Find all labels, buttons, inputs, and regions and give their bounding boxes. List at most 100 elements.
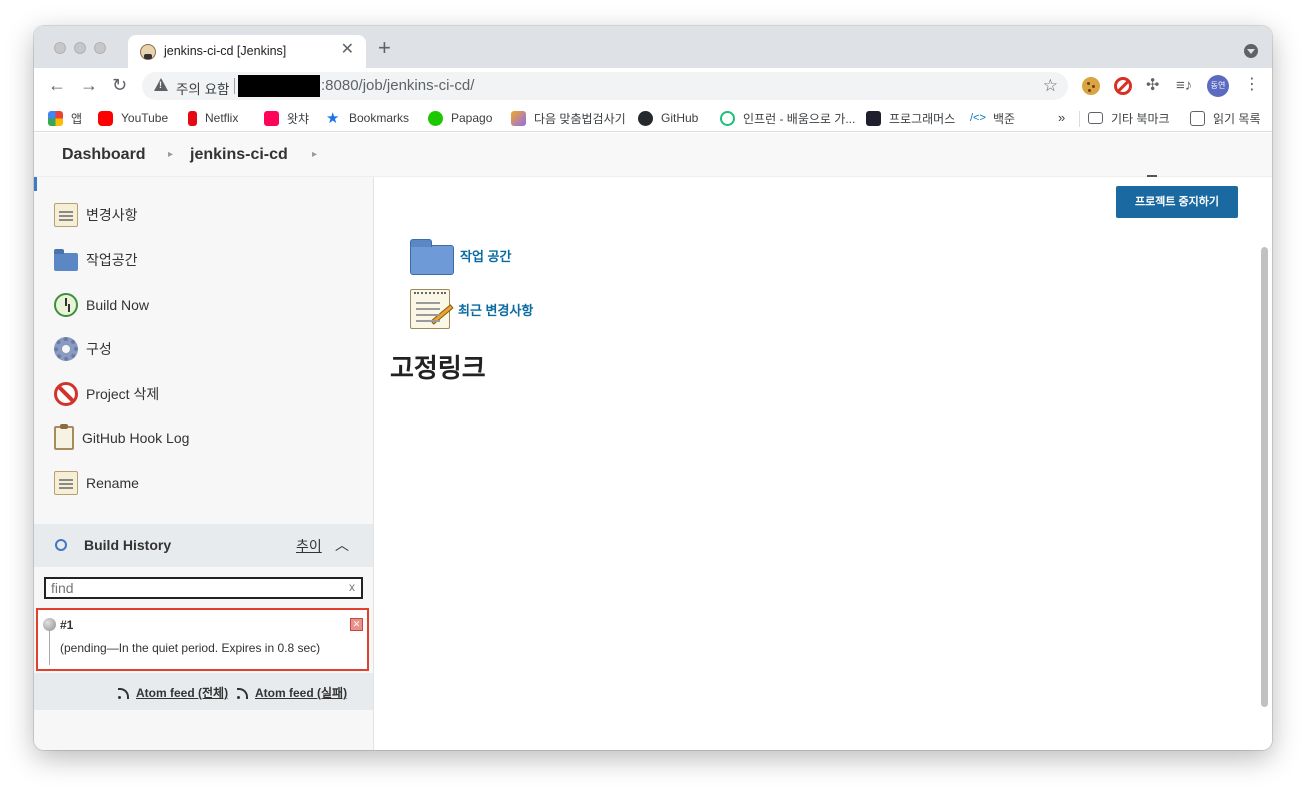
sun-weather-icon (55, 539, 67, 551)
bookmark-watcha[interactable]: 왓챠 (264, 109, 309, 127)
build-trend-link[interactable]: 추이 (296, 536, 322, 556)
media-control-icon[interactable]: ≡♪ (1176, 77, 1194, 95)
bookmark-baekjoon[interactable]: /<> 백준 (970, 109, 1015, 127)
recent-changes-link-row[interactable]: 최근 변경사항 (410, 289, 533, 329)
atom-feed-failed-label: Atom feed (실패) (255, 686, 348, 700)
bookmark-label: 왓챠 (287, 111, 310, 126)
recent-changes-link[interactable]: 최근 변경사항 (458, 300, 533, 319)
build-row[interactable]: #1 (pending—In the quiet period. Expires… (36, 608, 369, 671)
sidebar-item-label: Build Now (86, 297, 150, 313)
sidebar-item-label: 변경사항 (86, 207, 138, 223)
redacted-host (238, 75, 320, 97)
breadcrumb-dashboard[interactable]: Dashboard (62, 146, 146, 164)
bookmark-label: 프로그래머스 (889, 111, 956, 126)
build-number-link[interactable]: #1 (60, 618, 73, 632)
bookmark-label: 다음 맞춤법검사기 (534, 111, 626, 126)
build-status-ball-icon (43, 618, 56, 631)
cookie-extension-icon[interactable] (1082, 77, 1100, 95)
bookmark-netflix[interactable]: Netflix (188, 109, 238, 127)
build-history-title: Build History (84, 537, 172, 553)
cancel-build-icon[interactable]: ✕ (350, 618, 363, 631)
tab-title: jenkins-ci-cd [Jenkins] (164, 44, 287, 58)
bookmark-label: YouTube (121, 111, 169, 125)
permalinks-heading: 고정링크 (390, 353, 486, 383)
pencil-icon (430, 304, 454, 325)
atom-feed-all-link[interactable]: Atom feed (전체) (118, 684, 228, 701)
tab-jenkins[interactable]: jenkins-ci-cd [Jenkins] ✕ (128, 35, 366, 68)
bookmark-bookmarks[interactable]: ★ Bookmarks (326, 109, 409, 127)
breadcrumb-arrow-icon[interactable]: ▸ (312, 149, 317, 160)
bookmark-daum[interactable]: 다음 맞춤법검사기 (511, 109, 626, 127)
rss-icon (118, 687, 130, 699)
bookmark-label: 백준 (993, 111, 1016, 126)
breadcrumb-job[interactable]: jenkins-ci-cd (190, 146, 288, 164)
sidebar-item-build-now[interactable]: Build Now (54, 292, 149, 318)
warning-icon[interactable] (154, 78, 168, 91)
forward-arrow-icon[interactable]: → (80, 75, 98, 95)
minimize-window-button[interactable] (74, 42, 86, 54)
sidebar-item-workspace[interactable]: 작업공간 (54, 247, 138, 273)
close-window-button[interactable] (54, 42, 66, 54)
sidebar-item-github-hook-log[interactable]: GitHub Hook Log (54, 424, 190, 451)
edit-description-icon[interactable] (1147, 175, 1157, 177)
workspace-link[interactable]: 작업 공간 (460, 246, 511, 265)
bookmark-youtube[interactable]: YouTube (98, 109, 168, 127)
bookmarks-overflow-button[interactable]: » (1058, 110, 1065, 125)
code-brackets-icon: /<> (970, 111, 986, 124)
block-extension-icon[interactable] (1114, 77, 1132, 95)
sidebar-item-label: Project 삭제 (86, 386, 160, 402)
profile-avatar[interactable]: 동연 (1207, 75, 1229, 97)
build-history-header: Build History 추이 ︿ (34, 524, 373, 567)
sidebar-item-label: GitHub Hook Log (82, 430, 190, 446)
papago-icon (428, 110, 443, 126)
bookmark-github[interactable]: GitHub (638, 109, 698, 127)
extensions-puzzle-icon[interactable]: ✣ (1146, 77, 1164, 95)
bookmark-label: Bookmarks (349, 111, 410, 125)
omnibox-divider (234, 78, 235, 94)
security-label[interactable]: 주의 요함 (176, 78, 229, 98)
zoom-window-button[interactable] (94, 42, 106, 54)
workspace-link-row[interactable]: 작업 공간 (410, 235, 511, 275)
atom-feed-failed-link[interactable]: Atom feed (실패) (237, 684, 347, 701)
bookmark-inflearn[interactable]: 인프런 - 배움으로 가... (720, 109, 855, 127)
sidebar-item-rename[interactable]: Rename (54, 470, 139, 496)
sidebar-item-changes[interactable]: 변경사항 (54, 202, 138, 228)
bookmark-apps[interactable]: 앱 (48, 109, 82, 127)
apps-grid-icon (48, 110, 63, 126)
clear-search-button[interactable]: x (349, 580, 355, 594)
stop-project-button[interactable]: 프로젝트 중지하기 (1116, 186, 1238, 218)
bookmarks-divider (1079, 111, 1080, 127)
vertical-scrollbar[interactable] (1261, 247, 1268, 707)
netflix-icon (188, 110, 197, 126)
reload-icon[interactable]: ↻ (112, 75, 127, 95)
breadcrumb-arrow-icon[interactable]: ▸ (168, 149, 173, 160)
atom-feed-all-label: Atom feed (전체) (136, 686, 229, 700)
youtube-icon (98, 110, 113, 126)
build-timeline-line (49, 631, 50, 665)
url-text[interactable]: :8080/job/jenkins-ci-cd/ (321, 77, 474, 94)
address-bar[interactable]: 주의 요함 :8080/job/jenkins-ci-cd/ ☆ (142, 72, 1068, 100)
chevron-up-icon[interactable]: ︿ (335, 535, 349, 555)
tab-search-icon[interactable] (1244, 44, 1258, 58)
clipboard-icon (54, 424, 74, 450)
gear-icon (54, 337, 78, 361)
new-tab-button[interactable]: + (378, 37, 391, 59)
sidebar-item-configure[interactable]: 구성 (54, 336, 112, 362)
sidebar-item-delete-project[interactable]: Project 삭제 (54, 381, 159, 407)
folder-icon (54, 249, 78, 271)
build-search-input[interactable] (44, 577, 363, 599)
bookmark-star-icon[interactable]: ☆ (1043, 76, 1058, 96)
clock-icon (54, 293, 78, 317)
bookmark-programmers[interactable]: 프로그래머스 (866, 109, 955, 127)
tab-close-icon[interactable]: ✕ (341, 42, 354, 58)
bookmark-label: Netflix (205, 111, 239, 125)
chrome-menu-icon[interactable]: ⋮ (1244, 76, 1260, 94)
back-arrow-icon[interactable]: ← (48, 75, 66, 95)
bookmark-papago[interactable]: Papago (428, 109, 492, 127)
bookmark-label: 인프런 - 배움으로 가... (743, 111, 856, 126)
daum-icon (511, 110, 526, 126)
other-bookmarks-folder[interactable]: 기타 북마크 (1088, 109, 1170, 127)
reading-list-button[interactable]: 읽기 목록 (1190, 109, 1261, 127)
bookmark-label: 앱 (71, 111, 83, 126)
sidebar: 변경사항 작업공간 Build Now 구성 Project 삭제 GitHub… (34, 177, 374, 750)
